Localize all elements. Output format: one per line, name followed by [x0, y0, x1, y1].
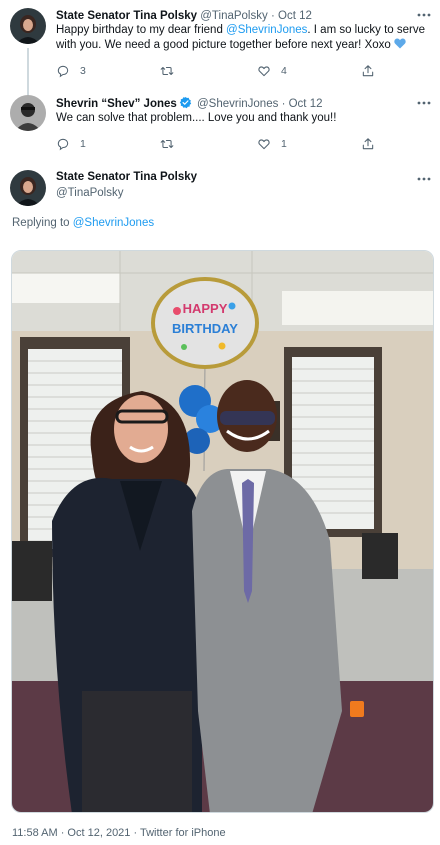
- svg-text:BIRTHDAY: BIRTHDAY: [172, 321, 238, 336]
- replying-to: Replying to @ShevrinJones: [12, 217, 155, 229]
- tweet-actions: 3 4: [56, 63, 376, 79]
- mention-link[interactable]: @ShevrinJones: [226, 24, 307, 36]
- like-count: 1: [281, 138, 287, 150]
- author-handle[interactable]: @TinaPolsky: [200, 10, 268, 22]
- share-button[interactable]: [361, 63, 375, 79]
- author-name[interactable]: State Senator Tina Polsky: [56, 10, 197, 22]
- author-handle[interactable]: @ShevrinJones: [197, 98, 278, 110]
- more-icon[interactable]: [416, 172, 432, 186]
- share-button[interactable]: [361, 136, 375, 152]
- tweet-text: We can solve that problem.... Love you a…: [56, 112, 337, 124]
- tweet-photo[interactable]: HAPPY BIRTHDAY: [11, 250, 434, 813]
- reply-icon: [57, 138, 69, 151]
- reply-button[interactable]: 3: [56, 63, 86, 79]
- balloon-text: HAPPY: [183, 301, 228, 316]
- tweet-shev-reply[interactable]: Shevrin “Shev” Jones @ShevrinJones · Oct…: [0, 95, 440, 157]
- tweet-timestamp[interactable]: 11:58 AM · Oct 12, 2021 · Twitter for iP…: [12, 826, 226, 840]
- verified-badge-icon: [179, 96, 192, 109]
- retweet-button[interactable]: [160, 63, 174, 79]
- replying-to-link[interactable]: @ShevrinJones: [73, 217, 154, 229]
- retweet-button[interactable]: [160, 136, 174, 152]
- author-handle[interactable]: @TinaPolsky: [56, 186, 124, 201]
- reply-icon: [57, 65, 69, 78]
- avatar-tina[interactable]: [10, 170, 46, 206]
- heart-icon: [258, 139, 270, 150]
- main-tweet: State Senator Tina Polsky @TinaPolsky: [0, 170, 440, 210]
- share-icon: [362, 65, 374, 77]
- tweet-text: Happy birthday to my dear friend @Shevri…: [56, 24, 425, 51]
- blue-heart-emoji: [394, 38, 406, 51]
- tweet-header: Shevrin “Shev” Jones @ShevrinJones · Oct…: [56, 96, 323, 112]
- tweet-tina-birthday[interactable]: State Senator Tina Polsky @TinaPolsky · …: [0, 8, 440, 96]
- reply-button[interactable]: 1: [56, 136, 86, 152]
- separator-dot: ·: [270, 10, 275, 22]
- author-name[interactable]: State Senator Tina Polsky: [56, 170, 197, 185]
- author-name[interactable]: Shevrin “Shev” Jones: [56, 98, 177, 110]
- tweet-header: State Senator Tina Polsky @TinaPolsky · …: [56, 8, 312, 24]
- avatar-shev[interactable]: [10, 95, 46, 131]
- retweet-icon: [160, 139, 174, 149]
- share-icon: [362, 138, 374, 150]
- reply-count: 1: [80, 138, 86, 150]
- like-count: 4: [281, 65, 287, 77]
- reply-count: 3: [80, 65, 86, 77]
- like-button[interactable]: 4: [257, 63, 287, 79]
- separator-dot: ·: [281, 98, 286, 110]
- thread-line: [27, 48, 29, 96]
- tweet-time[interactable]: Oct 12: [278, 10, 312, 22]
- retweet-icon: [160, 66, 174, 76]
- like-button[interactable]: 1: [257, 136, 287, 152]
- more-icon[interactable]: [416, 96, 432, 110]
- heart-icon: [258, 66, 270, 77]
- more-icon[interactable]: [416, 8, 432, 22]
- tweet-actions: 1 1: [56, 136, 376, 152]
- tweet-time[interactable]: Oct 12: [289, 98, 323, 110]
- avatar-tina[interactable]: [10, 8, 46, 44]
